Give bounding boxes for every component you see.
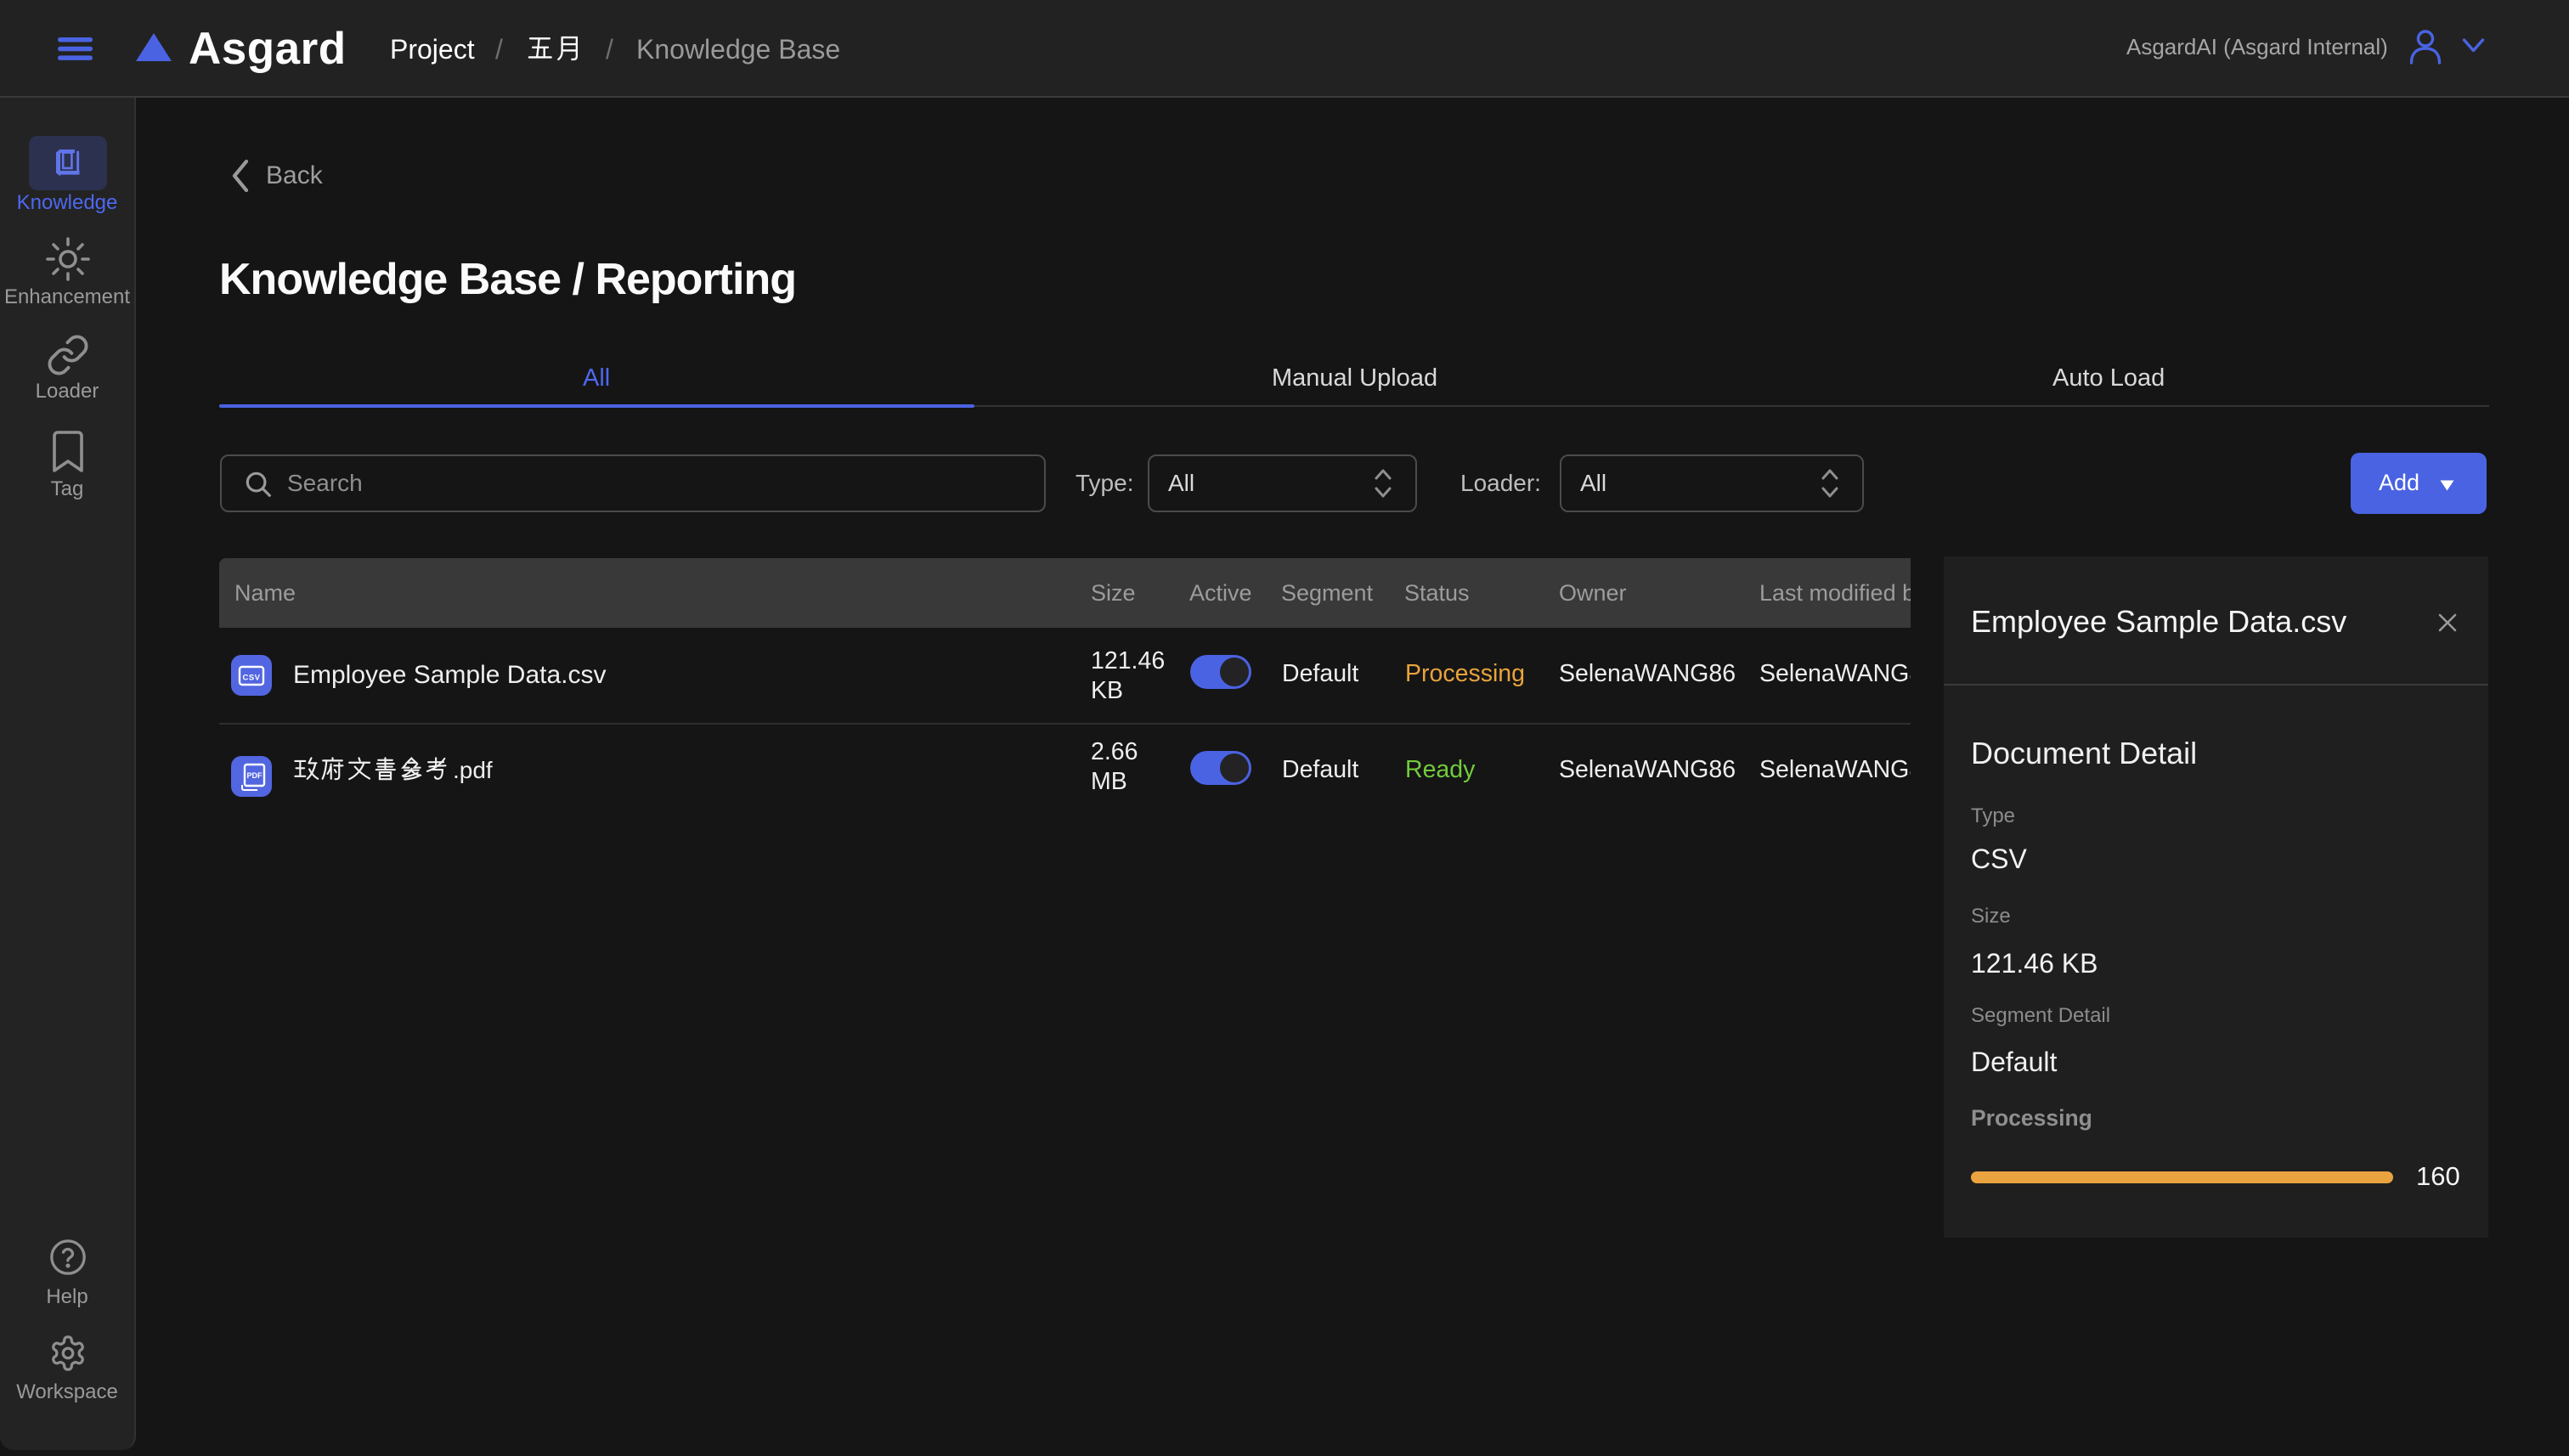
svg-text:CSV: CSV [242,674,260,683]
svg-text:PDF: PDF [247,771,263,780]
